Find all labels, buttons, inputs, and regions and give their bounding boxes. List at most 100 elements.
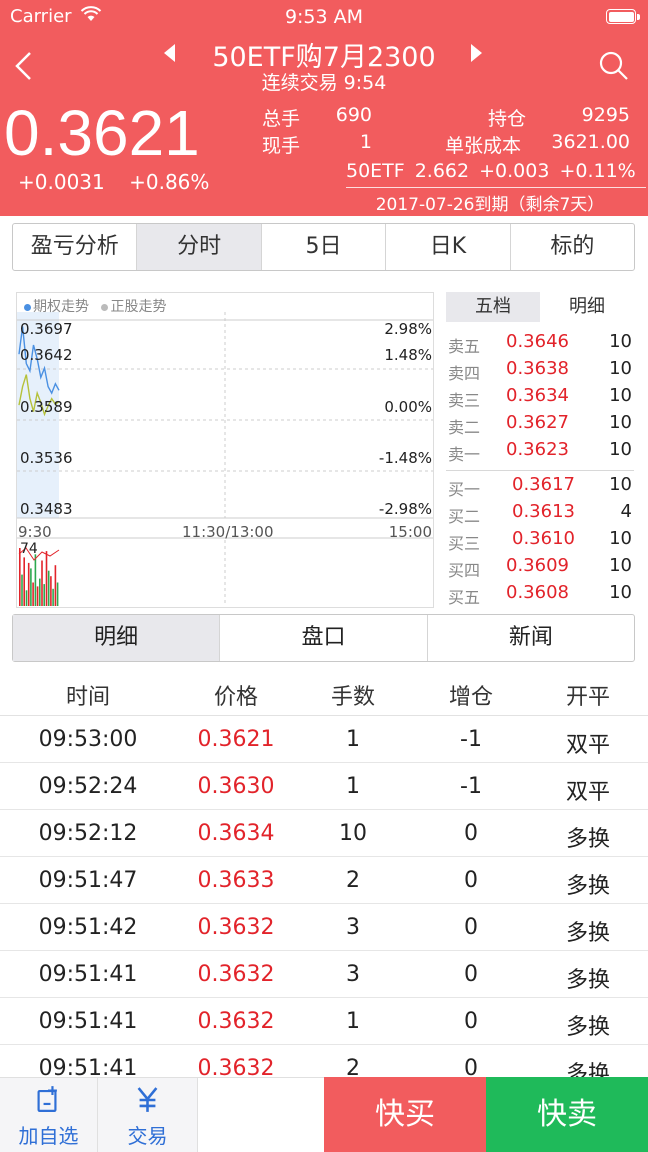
cell-lots: 1 (346, 774, 360, 799)
table-row[interactable]: 09:52:12 0.3634 10 0 多换 (0, 810, 648, 857)
y-right-1: 1.48% (384, 346, 432, 364)
tab-trade-details[interactable]: 明细 (13, 615, 221, 661)
tab-market-depth[interactable]: 盘口 (220, 615, 428, 661)
volume-bar (43, 584, 45, 606)
order-book-tabs: 五档 明细 (446, 292, 634, 322)
stat-label-volume: 总手 (262, 108, 301, 130)
bid-row: 买二 0.3613 4 (448, 501, 632, 526)
quick-sell-button[interactable]: 快卖 (486, 1077, 648, 1152)
cell-lots: 3 (346, 962, 360, 987)
trade-button[interactable]: 交易 (98, 1077, 198, 1152)
tab-five-levels[interactable]: 五档 (446, 292, 540, 322)
cell-oi-change: 0 (464, 915, 478, 940)
legend-dot-stock (101, 303, 109, 311)
chart-legend: 期权走势 正股走势 (24, 296, 166, 316)
x-label-close: 15:00 (388, 523, 432, 541)
tab-news[interactable]: 新闻 (428, 615, 634, 661)
status-time: 9:53 AM (284, 6, 364, 28)
ask-row: 卖三 0.3634 10 (448, 385, 632, 410)
cell-open-close: 双平 (565, 733, 610, 758)
stat-value-cost: 3621.00 (551, 131, 630, 153)
underlying-name: 50ETF (346, 160, 405, 182)
cell-oi-change: 0 (464, 1009, 478, 1034)
underlying-change-pct: +0.11% (559, 160, 636, 182)
volume-bar (39, 578, 41, 606)
volume-bar (52, 588, 54, 606)
cell-lots: 3 (346, 915, 360, 940)
bid-row: 买五 0.3608 10 (448, 582, 632, 607)
ask-row: 卖二 0.3627 10 (448, 412, 632, 437)
trade-table-header: 时间 价格 手数 增仓 开平 (0, 670, 648, 716)
y-left-2: 0.3589 (20, 398, 73, 416)
bottom-bar: 加自选 交易 快买 快卖 (0, 1077, 648, 1152)
volume-bar (36, 586, 39, 606)
cell-oi-change: 0 (464, 868, 478, 893)
yuan-icon (137, 1087, 158, 1112)
change-percent: +0.86% (129, 170, 210, 194)
search-icon[interactable] (598, 50, 630, 82)
ask-row: 卖四 0.3638 10 (448, 358, 632, 383)
cell-oi-change: 0 (464, 962, 478, 987)
volume-bar (45, 551, 48, 606)
last-price: 0.3621 (4, 97, 200, 169)
volume-bar (47, 570, 50, 606)
tab-underlying[interactable]: 标的 (511, 224, 634, 270)
order-book-divider (446, 470, 634, 471)
intraday-chart[interactable]: 期权走势 正股走势 0.3697 0.3642 0.3589 0.3536 0.… (16, 292, 434, 608)
table-row[interactable]: 09:53:00 0.3621 1 -1 双平 (0, 716, 648, 763)
stat-label-open-interest: 持仓 (488, 108, 527, 130)
next-contract-icon[interactable] (466, 42, 486, 64)
add-watchlist-button[interactable]: 加自选 (0, 1077, 98, 1152)
tab-5day[interactable]: 5日 (262, 224, 387, 270)
volume-bar (27, 562, 30, 606)
detail-tabs: 明细 盘口 新闻 (12, 614, 635, 662)
underlying-quote[interactable]: 50ETF 2.662 +0.003 +0.11% (346, 160, 646, 188)
y-left-4: 0.3483 (20, 500, 73, 518)
stat-value-volume: 690 (335, 104, 372, 126)
tab-intraday[interactable]: 分时 (137, 224, 262, 270)
trading-status: 连续交易 9:54 (261, 72, 387, 94)
stat-label-cost: 单张成本 (445, 135, 522, 157)
cell-lots: 2 (346, 868, 360, 893)
stat-value-current: 1 (359, 131, 372, 153)
volume-bar (25, 590, 28, 606)
x-label-open: 9:30 (18, 523, 52, 541)
cell-open-close: 多换 (565, 968, 610, 993)
tab-details[interactable]: 明细 (540, 292, 634, 322)
tab-pnl-analysis[interactable]: 盈亏分析 (13, 224, 138, 270)
legend-dot-option (24, 303, 31, 311)
cell-open-close: 双平 (565, 780, 610, 805)
change-value: +0.0031 (18, 170, 105, 194)
y-right-0: 2.98% (384, 320, 432, 338)
table-row[interactable]: 09:51:47 0.3633 2 0 多换 (0, 857, 648, 904)
bid-row: 买四 0.3609 10 (448, 555, 632, 580)
trade-label: 交易 (127, 1124, 168, 1148)
quick-buy-button[interactable]: 快买 (324, 1077, 486, 1152)
table-row[interactable]: 09:52:24 0.3630 1 -1 双平 (0, 763, 648, 810)
table-row[interactable]: 09:51:41 0.3632 1 0 多换 (0, 998, 648, 1045)
tab-daily-k[interactable]: 日K (386, 224, 511, 270)
bid-row: 买一 0.3617 10 (448, 474, 632, 499)
expiry-info: 2017-07-26到期（剩余7天） (375, 195, 605, 215)
battery-icon (606, 9, 640, 24)
cell-open-close: 多换 (565, 921, 610, 946)
y-left-1: 0.3642 (20, 346, 73, 364)
legend-option: 期权走势 (33, 299, 89, 315)
volume-bar (23, 557, 25, 606)
underlying-change: +0.003 (479, 160, 550, 182)
cell-oi-change: -1 (460, 727, 482, 752)
cell-open-close: 多换 (565, 827, 610, 852)
legend-stock: 正股走势 (110, 299, 167, 315)
volume-bar (30, 568, 32, 606)
bottom-spacer (198, 1077, 324, 1152)
header-oi-change: 增仓 (448, 685, 493, 710)
stat-label-current: 现手 (262, 135, 301, 157)
table-row[interactable]: 09:51:42 0.3632 3 0 多换 (0, 904, 648, 951)
table-row[interactable]: 09:51:41 0.3632 3 0 多换 (0, 951, 648, 998)
cell-lots: 10 (339, 821, 367, 846)
stat-value-open-interest: 9295 (581, 104, 630, 126)
status-bar: Carrier 9:53 AM (0, 0, 648, 34)
volume-bar (41, 560, 43, 606)
x-label-midday: 11:30/13:00 (182, 523, 274, 541)
ask-row: 卖五 0.3646 10 (448, 331, 632, 356)
